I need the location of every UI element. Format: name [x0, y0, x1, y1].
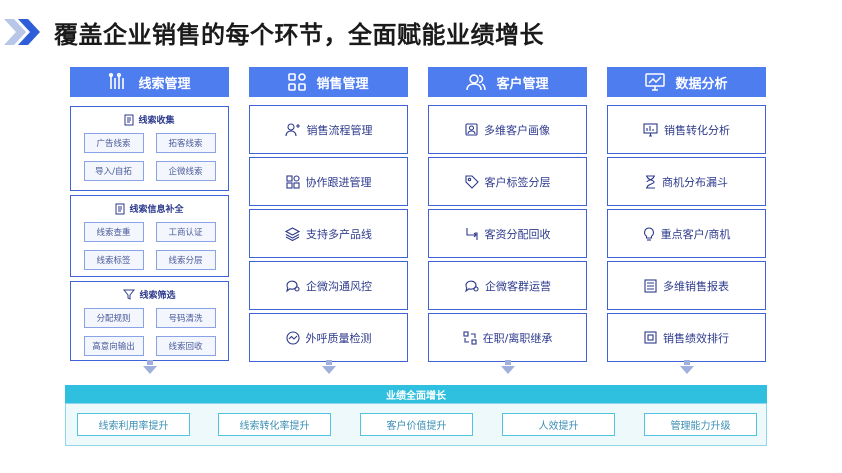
feature-card: 客户标签分层: [428, 157, 587, 206]
growth-item: 线索转化率提升: [218, 413, 331, 436]
transfer-icon: [463, 330, 477, 345]
filter-icon: [123, 289, 136, 300]
growth-title-bar: 业绩全面增长: [65, 385, 767, 403]
column-title: 客户管理: [496, 76, 549, 92]
header: 覆盖企业销售的每个环节，全面赋能业绩增长: [4, 15, 544, 49]
report-icon: [644, 278, 657, 293]
tag: 工商认证: [155, 222, 216, 242]
growth-item: 管理能力升级: [644, 413, 757, 436]
growth-item: 线索利用率提升: [77, 413, 190, 436]
monitor-chart-icon: [645, 73, 666, 91]
tag: 广告线索: [83, 133, 144, 153]
column-header: 数据分析: [607, 67, 766, 97]
tag-icon: [464, 174, 479, 189]
down-arrow-icon: [143, 360, 157, 374]
tag: 线索查重: [83, 222, 144, 242]
document-icon: [124, 114, 134, 126]
cycle-icon: [465, 227, 479, 241]
group-lead-filter: 线索筛选 分配规则 号码清洗 高意向输出 线索回收: [70, 281, 229, 361]
grid-icon: [288, 73, 307, 91]
feature-card: 企微客群运营: [428, 261, 587, 310]
feature-card: 协作跟进管理: [249, 157, 408, 206]
user-flow-icon: [284, 122, 301, 137]
tag: 分配规则: [83, 308, 144, 328]
group-title: 线索筛选: [71, 288, 228, 301]
portrait-icon: [465, 123, 478, 136]
column-title: 销售管理: [316, 76, 369, 92]
growth-area: 线索利用率提升 线索转化率提升 客户价值提升 人效提升 管理能力升级: [65, 403, 767, 446]
bulb-icon: [643, 226, 655, 241]
feature-card: 商机分布漏斗: [607, 157, 766, 206]
down-arrow-icon: [322, 360, 336, 374]
growth-item: 客户价值提升: [360, 413, 473, 436]
tag: 号码清洗: [155, 308, 216, 328]
double-chevron-icon: [4, 19, 42, 45]
feature-card: 多维客户画像: [428, 105, 587, 154]
feature-card: 在职/离职继承: [428, 313, 587, 362]
layers-icon: [285, 226, 300, 241]
feature-card: 客资分配回收: [428, 209, 587, 258]
column-data-analysis: 数据分析 销售转化分析 商机分布漏斗 重点客户/商机 多维销售报表 销售绩效排行: [607, 67, 766, 362]
column-header: 客户管理: [428, 67, 587, 97]
group-title: 线索信息补全: [71, 202, 228, 215]
group-lead-collection: 线索收集 广告线索 拓客线索 导入/自拓 企微线索: [70, 106, 229, 191]
column-title: 线索管理: [138, 76, 191, 92]
rank-icon: [644, 331, 657, 344]
chat-icon: [285, 279, 300, 293]
column-header: 线索管理: [70, 67, 229, 97]
page-title: 覆盖企业销售的每个环节，全面赋能业绩增长: [54, 20, 544, 49]
bars-icon: [108, 73, 128, 91]
growth-item: 人效提升: [502, 413, 615, 436]
feature-card: 多维销售报表: [607, 261, 766, 310]
tag: 线索回收: [155, 336, 216, 356]
chat-icon: [464, 279, 479, 293]
column-customer-management: 客户管理 多维客户画像 客户标签分层 客资分配回收 企微客群运营 在职/离职继承: [428, 67, 587, 362]
column-sales-management: 销售管理 销售流程管理 协作跟进管理 支持多产品线 企微沟通风控 外呼质量检测: [249, 67, 408, 362]
users-icon: [466, 73, 487, 91]
feature-card: 销售流程管理: [249, 105, 408, 154]
column-lead-management: 线索管理 线索收集 广告线索 拓客线索 导入/自拓 企微线索 线索信息补全 线索…: [70, 67, 229, 361]
feature-card: 企微沟通风控: [249, 261, 408, 310]
down-arrow-icon: [501, 360, 515, 374]
column-title: 数据分析: [675, 76, 728, 92]
down-arrow-icon: [680, 360, 694, 374]
gauge-icon: [285, 330, 300, 345]
column-header: 销售管理: [249, 67, 408, 97]
group-title: 线索收集: [71, 113, 228, 126]
feature-card: 重点客户/商机: [607, 209, 766, 258]
hourglass-icon: [645, 174, 656, 189]
tag: 导入/自拓: [83, 161, 144, 181]
tag: 高意向输出: [83, 336, 144, 356]
tag: 企微线索: [155, 161, 216, 181]
document-icon: [115, 203, 125, 215]
tag: 线索分层: [155, 250, 216, 270]
feature-card: 支持多产品线: [249, 209, 408, 258]
grid-icon: [285, 174, 300, 189]
group-lead-info: 线索信息补全 线索查重 工商认证 线索标签 线索分层: [70, 195, 229, 277]
feature-card: 外呼质量检测: [249, 313, 408, 362]
chart-icon: [643, 122, 658, 137]
feature-card: 销售转化分析: [607, 105, 766, 154]
tag: 线索标签: [83, 250, 144, 270]
feature-card: 销售绩效排行: [607, 313, 766, 362]
tag: 拓客线索: [155, 133, 216, 153]
